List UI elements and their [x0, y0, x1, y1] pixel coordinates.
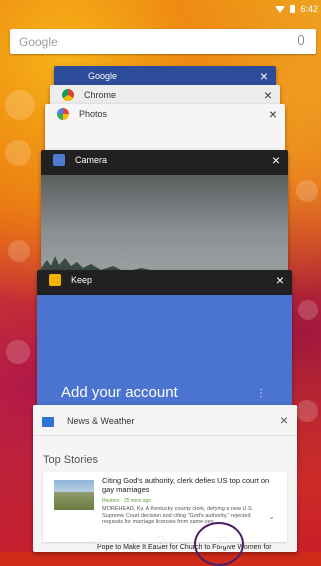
back-button[interactable]: ◁: [93, 536, 101, 547]
wallpaper-dot: [5, 140, 31, 166]
photos-icon: [57, 108, 69, 120]
wallpaper-dot: [6, 340, 30, 364]
wallpaper-dot: [5, 90, 35, 120]
camera-icon: [53, 154, 65, 166]
card-title-google: Google: [88, 71, 118, 81]
recent-app-camera[interactable]: Camera ×: [41, 150, 288, 280]
camera-preview: [41, 175, 288, 280]
keep-icon: [49, 274, 61, 286]
story-headline: Citing God's authority, clerk defies US …: [102, 476, 270, 494]
recent-app-google[interactable]: Google ×: [54, 66, 276, 86]
close-icon[interactable]: ×: [276, 272, 284, 288]
wallpaper-dot: [296, 180, 318, 202]
wifi-icon: [275, 5, 286, 13]
status-bar: 6:42: [0, 0, 321, 18]
story-thumbnail: [54, 480, 94, 510]
story-summary: MOREHEAD, Ky. A Kentucky county clerk, d…: [102, 506, 254, 525]
news-header: News & Weather ×: [33, 405, 297, 436]
wallpaper-dot: [8, 240, 30, 262]
keep-add-account: Add your account: [61, 384, 178, 401]
mic-icon[interactable]: [298, 35, 304, 45]
search-placeholder: Google: [19, 35, 58, 49]
card-title-photos: Photos: [79, 109, 108, 119]
wallpaper-dot: [298, 300, 318, 320]
recent-app-keep[interactable]: Keep × Add your account ⋮: [37, 270, 292, 410]
card-title-chrome: Chrome: [84, 90, 117, 100]
card-title-camera: Camera: [75, 155, 108, 165]
card-title-news: News & Weather: [67, 416, 135, 426]
close-icon[interactable]: ×: [272, 152, 280, 168]
close-icon[interactable]: ×: [269, 106, 277, 122]
more-icon: ⋮: [256, 388, 266, 399]
section-heading: Top Stories: [43, 454, 99, 466]
search-bar[interactable]: Google: [10, 29, 316, 54]
close-icon[interactable]: ×: [260, 68, 268, 84]
status-time: 6:42: [300, 4, 318, 14]
close-icon[interactable]: ×: [280, 412, 288, 428]
close-icon[interactable]: ×: [264, 87, 272, 103]
wallpaper-dot: [296, 400, 318, 422]
chrome-icon: [62, 89, 74, 101]
chevron-down-icon[interactable]: ⌄: [268, 512, 275, 521]
story-source: Reuters · 25 mins ago: [102, 498, 152, 504]
home-button[interactable]: [154, 536, 165, 546]
battery-icon: [290, 5, 296, 13]
navigation-bar: ◁: [0, 530, 321, 552]
card-title-keep: Keep: [71, 275, 93, 285]
recents-highlight: [194, 522, 244, 566]
news-icon: [42, 417, 54, 427]
